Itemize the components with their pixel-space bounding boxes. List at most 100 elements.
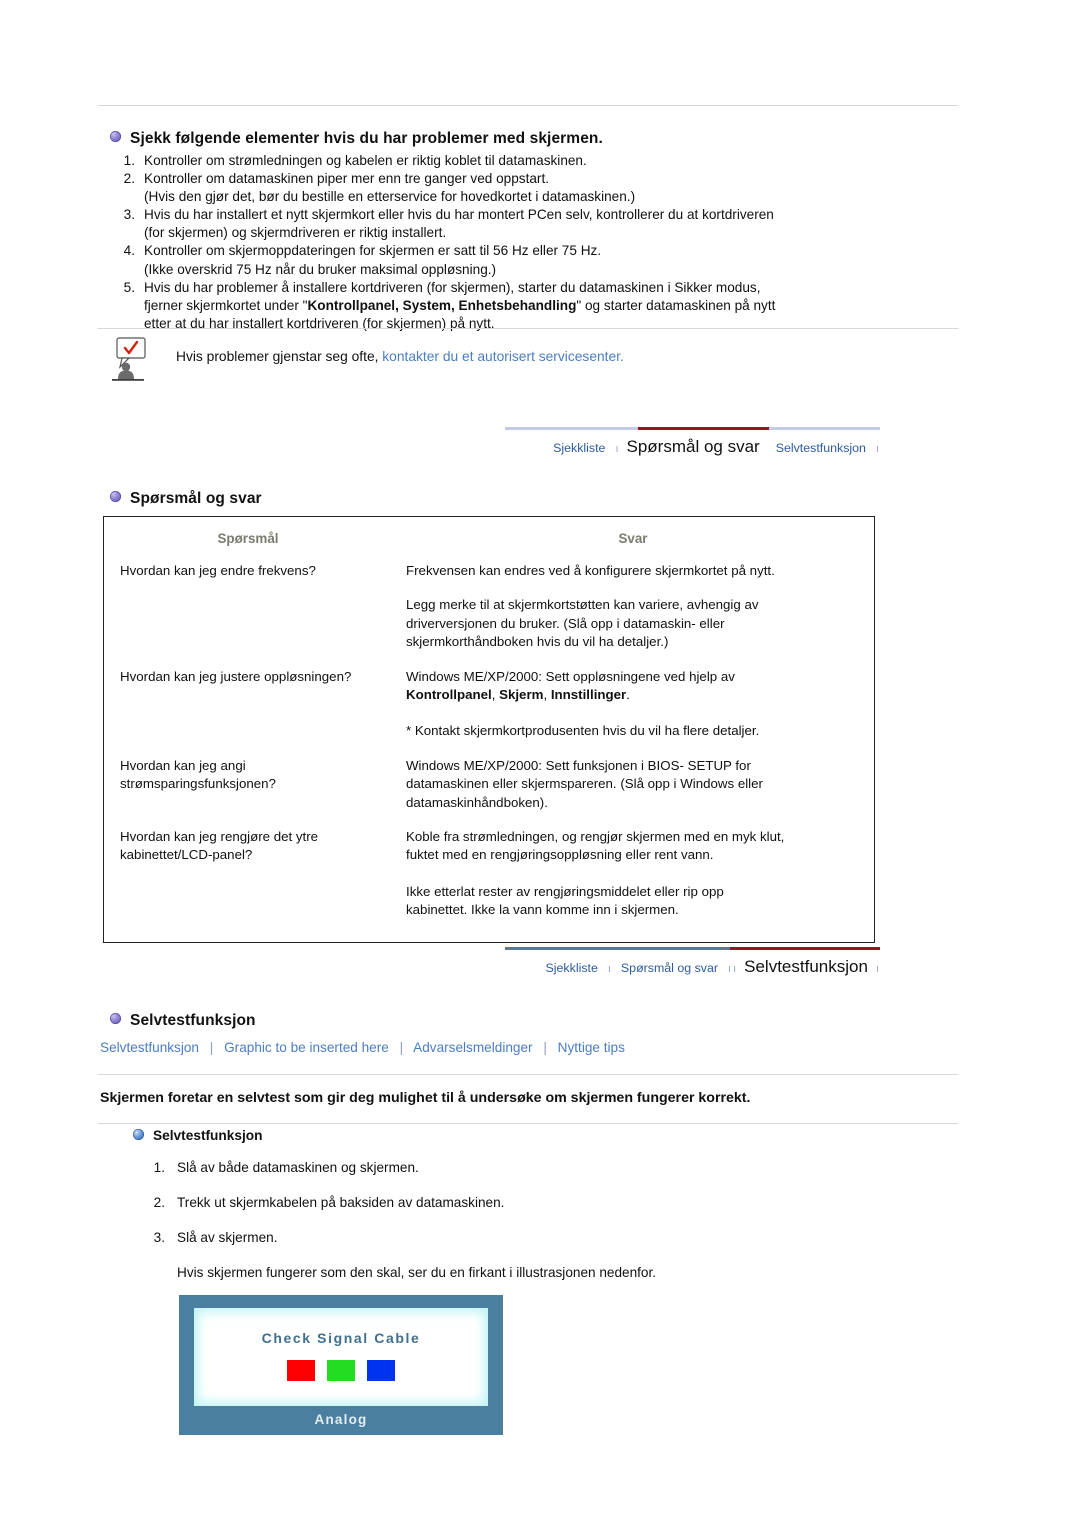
link-separator: | [543,1040,547,1055]
column-header-question: Spørsmål [217,531,279,546]
list-number: 4. [123,243,135,259]
nav-rail [505,947,880,950]
color-swatches [194,1360,488,1381]
table-row: Legg merke til at skjermkortstøtten kan … [104,596,874,651]
list-item: 3. Hvis du har installert et nytt skjerm… [118,206,958,242]
column-header-answer: Svar [618,531,648,546]
table-row-spacer [104,741,874,757]
cell-answer: Frekvensen kan endres ved å konfigurere … [406,563,775,578]
note-block: Hvis problemer gjenstar seg ofte, kontak… [104,337,964,385]
cell-question: Hvordan kan jeg endre frekvens? [120,563,316,578]
link-separator: | [209,1040,214,1055]
selftest-statement: Skjermen foretar en selvtest som gir deg… [100,1090,751,1106]
nav-separator: ı [875,963,879,975]
green-swatch [327,1360,355,1381]
list-item: 1. Slå av både datamaskinen og skjermen. [145,1160,945,1175]
cell-answer: Windows ME/XP/2000: Sett funksjonen i BI… [406,757,763,810]
manual-page: Sjekk følgende elementer hvis du har pro… [0,0,1080,1528]
list-item: 2. Trekk ut skjermkabelen på baksiden av… [145,1195,945,1210]
list-number: 3. [153,1230,165,1245]
nav-item-sporsmal-og-svar[interactable]: Spørsmål og svar [612,958,727,978]
list-text: Kontroller om datamaskinen piper mer enn… [144,171,636,205]
nav-item-sporsmal-og-svar[interactable]: Spørsmål og svar [620,436,767,458]
list-item: 4. Kontroller om skjermoppdateringen for… [118,242,958,278]
divider-after-statement [98,1123,958,1124]
selftest-steps: 1. Slå av både datamaskinen og skjermen.… [145,1160,945,1280]
list-text: Slå av både datamaskinen og skjermen. [177,1160,419,1175]
nav-item-selvtestfunksjon[interactable]: Selvtestfunksjon [767,438,875,458]
monitor-screen: Check Signal Cable [194,1308,488,1406]
nav-item-selvtestfunksjon[interactable]: Selvtestfunksjon [737,956,875,978]
table-header-row: Spørsmål Svar [104,517,874,562]
list-text-with-bold: fjerner skjermkortet under "Kontrollpane… [144,297,776,313]
divider-top [98,105,958,106]
monitor-caption: Analog [314,1412,368,1427]
cell-question: Hvordan kan jeg justere oppløsningen? [120,668,352,684]
service-center-link[interactable]: kontakter du et autorisert servicesenter… [382,349,624,364]
list-item: 5. Hvis du har problemer å installere ko… [118,279,958,333]
list-text: Slå av skjermen. [177,1230,278,1245]
list-number: 2. [153,1195,165,1210]
note-text: Hvis problemer gjenstar seg ofte, kontak… [176,349,624,364]
divider-after-list [98,328,958,329]
sphere-bullet-icon [110,1013,121,1025]
sphere-bullet-icon [133,1128,144,1140]
nav-active-indicator [638,427,769,430]
nav-items: Sjekkliste ı Spørsmål og svar Selvtestfu… [505,436,880,458]
emphasis-path: Kontrollpanel, System, Enhetsbehandling [307,297,577,313]
list-number: 2. [123,171,135,187]
sub-link-advarselsmeldinger[interactable]: Advarselsmeldinger [413,1040,532,1055]
table-row-spacer [104,580,874,596]
selftest-closing-note: Hvis skjermen fungerer som den skal, ser… [177,1265,657,1280]
troubleshooting-list: 1. Kontroller om strømledningen og kabel… [118,152,958,333]
faq-table: Spørsmål Svar Hvordan kan jeg endre frek… [103,516,875,943]
sphere-bullet-icon [110,491,121,503]
list-text: Trekk ut skjermkabelen på baksiden av da… [177,1195,505,1210]
list-number: 5. [123,279,135,295]
table-row-spacer [104,812,874,828]
divider-after-sublinks [98,1074,958,1075]
cell-question: Hvordan kan jeg angi strømsparingsfunksj… [120,757,276,792]
table-row: Hvordan kan jeg rengjøre det ytre kabine… [104,828,874,920]
sub-link-graphic[interactable]: Graphic to be inserted here [224,1040,389,1055]
sub-link-nyttige-tips[interactable]: Nyttige tips [558,1040,625,1055]
nav-rail [505,427,880,430]
list-number: 1. [123,153,135,168]
red-swatch [287,1360,315,1381]
table-row: Hvordan kan jeg angi strømsparingsfunksj… [104,757,874,812]
list-number: 3. [123,207,135,223]
nav-items: Sjekkliste ı Spørsmål og svar ı ı Selvte… [505,956,880,978]
answer-bold-path: Kontrollpanel, Skjerm, Innstillinger. [406,687,630,703]
cell-question: Hvordan kan jeg rengjøre det ytre kabine… [120,829,319,863]
section-nav-questions: Sjekkliste ı Spørsmål og svar Selvtestfu… [505,427,880,467]
person-with-checkmark-speech-bubble-icon [104,337,162,383]
blue-swatch [367,1360,395,1381]
cell-answer: Legg merke til at skjermkortstøtten kan … [406,597,759,650]
monitor-illustration: Check Signal Cable Analog [179,1295,503,1435]
cell-answer: Windows ME/XP/2000: Sett oppløsningene v… [392,668,874,741]
list-item: 3. Slå av skjermen. [145,1230,945,1245]
nav-item-sjekkliste[interactable]: Sjekkliste [537,958,607,978]
faq-heading: Spørsmål og svar [110,490,262,508]
selftest-subheading: Selvtestfunksjon [133,1128,263,1143]
list-text: Hvis du har installert et nytt skjermkor… [144,207,774,241]
table-row: Hvordan kan jeg endre frekvens? Frekvens… [104,562,874,580]
table-row: Hvordan kan jeg justere oppløsningen? Wi… [104,668,874,741]
cell-question [104,596,392,651]
check-signal-cable-text: Check Signal Cable [261,1330,421,1346]
table-row-spacer [104,920,874,942]
list-text: Kontroller om skjermoppdateringen for sk… [144,243,602,277]
list-number: 1. [153,1160,165,1175]
section-nav-selftest: Sjekkliste ı Spørsmål og svar ı ı Selvte… [505,947,880,987]
list-text: Kontroller om strømledningen og kabelen … [144,153,587,168]
list-item: 1. Kontroller om strømledningen og kabel… [118,152,958,170]
troubleshooting-heading: Sjekk følgende elementer hvis du har pro… [110,130,603,148]
nav-item-sjekkliste[interactable]: Sjekkliste [544,438,614,458]
nav-active-indicator [730,947,880,950]
sub-link-selvtestfunksjon[interactable]: Selvtestfunksjon [100,1040,199,1055]
link-separator: | [399,1040,404,1055]
selftest-heading: Selvtestfunksjon [110,1012,256,1030]
list-item: 2. Kontroller om datamaskinen piper mer … [118,170,958,206]
sphere-bullet-icon [110,131,121,143]
list-text: Hvis du har problemer å installere kortd… [144,279,958,333]
